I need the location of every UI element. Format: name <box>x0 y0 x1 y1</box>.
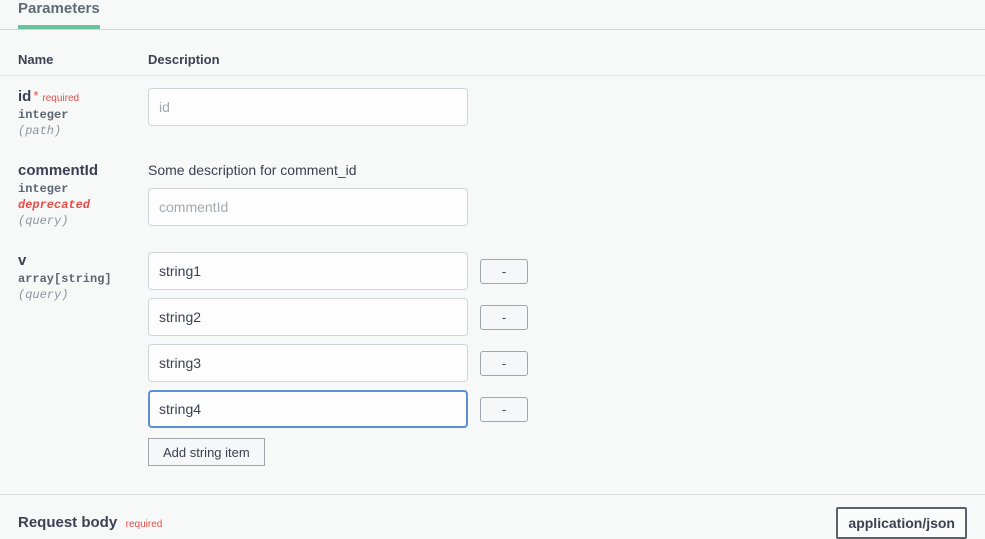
v-item-input[interactable] <box>148 344 468 382</box>
parameters-content: Name Description id* required integer (pa… <box>0 30 985 539</box>
request-body-header: Request body required <box>18 514 162 532</box>
remove-item-button[interactable]: - <box>480 351 528 376</box>
param-name: commentId <box>18 162 98 179</box>
tab-bar: Parameters <box>0 0 985 30</box>
array-item-row: - <box>148 298 967 336</box>
required-label: required <box>42 93 79 104</box>
param-row-id: id* required integer (path) <box>0 76 985 150</box>
v-item-input[interactable] <box>148 252 468 290</box>
param-row-v: v array[string] (query) - - - - Add stri… <box>0 240 985 478</box>
param-location: (query) <box>18 288 148 302</box>
deprecated-label: deprecated <box>18 198 148 212</box>
content-type-select[interactable]: application/json <box>836 507 967 539</box>
param-type: array[string] <box>18 272 148 286</box>
param-description: Some description for comment_id <box>148 162 967 178</box>
required-label: required <box>126 519 163 530</box>
add-string-item-button[interactable]: Add string item <box>148 438 265 466</box>
v-item-input[interactable] <box>148 390 468 428</box>
param-input-area <box>148 88 967 126</box>
param-type: integer <box>18 108 148 122</box>
param-name: v <box>18 252 26 269</box>
remove-item-button[interactable]: - <box>480 259 528 284</box>
param-meta: id* required integer (path) <box>18 88 148 138</box>
param-name: id <box>18 88 31 105</box>
param-meta: commentId integer deprecated (query) <box>18 162 148 228</box>
v-item-input[interactable] <box>148 298 468 336</box>
required-star-icon: * <box>33 88 38 103</box>
request-body-section: Request body required application/json <box>0 494 985 539</box>
request-body-label: Request body <box>18 514 117 531</box>
tab-parameters[interactable]: Parameters <box>18 0 100 29</box>
id-input[interactable] <box>148 88 468 126</box>
remove-item-button[interactable]: - <box>480 305 528 330</box>
param-row-commentid: commentId integer deprecated (query) Som… <box>0 150 985 240</box>
table-header: Name Description <box>0 40 985 76</box>
array-item-row: - <box>148 252 967 290</box>
param-meta: v array[string] (query) <box>18 252 148 302</box>
param-location: (query) <box>18 214 148 228</box>
param-type: integer <box>18 182 148 196</box>
column-header-description: Description <box>148 52 220 67</box>
remove-item-button[interactable]: - <box>480 397 528 422</box>
array-item-row: - <box>148 390 967 428</box>
param-location: (path) <box>18 124 148 138</box>
param-input-area: Some description for comment_id <box>148 162 967 226</box>
column-header-name: Name <box>18 52 148 67</box>
commentid-input[interactable] <box>148 188 468 226</box>
array-item-row: - <box>148 344 967 382</box>
param-input-area: - - - - Add string item <box>148 252 967 466</box>
